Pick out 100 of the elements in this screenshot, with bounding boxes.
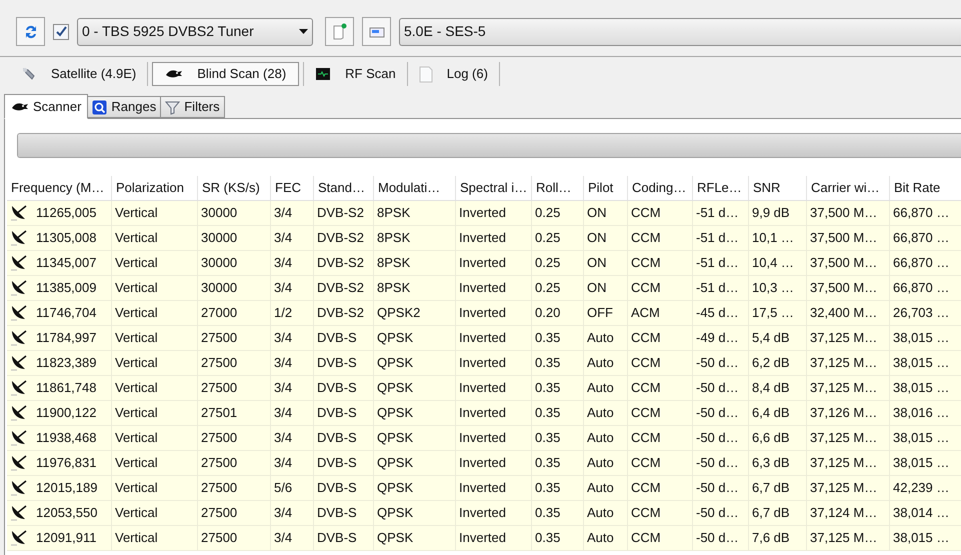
table-cell-text: ACM [631, 304, 660, 322]
table-cell-text: CCM [631, 329, 661, 348]
search-icon [92, 100, 108, 114]
table-cell-text: 12015,189 [36, 479, 98, 498]
table-cell-text: 37,125 M… [810, 329, 878, 348]
table-cell-text: 66,870 … [893, 279, 950, 298]
table-cell-text: 3/4 [274, 279, 292, 298]
table-cell-text: Vertical [115, 279, 158, 298]
table-cell-text: Inverted [459, 354, 506, 372]
main-tab[interactable]: Satellite (4.9E) [14, 62, 144, 86]
column-header[interactable]: Roll… [532, 176, 584, 200]
table-cell-text: CCM [631, 204, 661, 222]
table-cell-text: 3/4 [274, 404, 292, 422]
tuner-dropdown[interactable]: 0 - TBS 5925 DVBS2 Tuner [77, 18, 313, 46]
table-cell-text: ON [587, 254, 606, 272]
table-cell-text: QPSK [377, 504, 414, 522]
column-header[interactable]: Modulati… [374, 176, 456, 200]
table-cell-text: QPSK [377, 379, 414, 398]
table-cell-text: DVB-S [317, 329, 357, 348]
table-cell-text: 37,125 M… [810, 429, 878, 448]
table-cell-text: Auto [587, 329, 614, 348]
table-cell-text: Auto [587, 429, 614, 448]
sub-tab[interactable]: Filters [161, 96, 225, 118]
table-cell-text: 8,4 dB [752, 379, 790, 398]
table-cell-text: QPSK [377, 354, 414, 372]
column-header[interactable]: Frequency (M… [7, 176, 112, 200]
table-cell-text: DVB-S [317, 529, 357, 548]
table-cell-text: CCM [631, 529, 661, 548]
table-cell-text: 9,9 dB [752, 204, 790, 222]
table-cell-text: DVB-S [317, 404, 357, 422]
table-cell-text: Vertical [115, 404, 158, 422]
table-cell-text: 11900,122 [36, 404, 96, 422]
table-cell-text: 3/4 [274, 429, 292, 448]
table-cell-text: DVB-S2 [317, 229, 364, 248]
table-cell-text: Inverted [459, 454, 506, 472]
table-cell-text: Auto [587, 379, 614, 398]
table-cell-text: QPSK [377, 479, 414, 498]
column-header[interactable]: Bit Rate [890, 176, 961, 200]
table-cell-text: 27500 [201, 354, 238, 372]
funnel-icon [165, 100, 180, 114]
table-cell-text: 12053,550 [36, 504, 98, 522]
satellite-field[interactable]: 5.0E - SES-5 [399, 18, 961, 46]
table-cell-text: Auto [587, 504, 614, 522]
table-cell-text: ON [587, 204, 606, 222]
column-header[interactable]: Spectral i… [456, 176, 532, 200]
table-cell-text: -50 d… [696, 404, 739, 422]
table-cell-text: 12091,911 [36, 529, 96, 548]
sub-tab[interactable]: Ranges [88, 96, 162, 118]
table-cell-text: 0.35 [535, 379, 560, 398]
table-cell-text: 5/6 [274, 479, 292, 498]
table-cell-text: 30000 [201, 204, 238, 222]
table-cell-text: 0.35 [535, 479, 560, 498]
satellite-value: 5.0E - SES-5 [404, 22, 486, 41]
column-header[interactable]: Pilot [584, 176, 628, 200]
main-tab[interactable]: Log (6) [412, 62, 495, 86]
table-cell-text: Vertical [115, 454, 158, 472]
column-header[interactable]: Stand… [314, 176, 374, 200]
table-cell-text: 27500 [201, 529, 238, 548]
table-cell-text: 0.25 [535, 254, 560, 272]
column-header[interactable]: SR (KS/s) [198, 176, 271, 200]
refresh-button[interactable] [16, 17, 45, 46]
table-cell-text: 6,6 dB [752, 429, 790, 448]
table-cell-text: 8PSK [377, 279, 410, 298]
table-cell-text: 3/4 [274, 379, 292, 398]
table-cell-text: CCM [631, 379, 661, 398]
table-cell-text: -49 d… [696, 329, 739, 348]
column-header[interactable]: Polarization [112, 176, 198, 200]
table-cell-text: Vertical [115, 429, 158, 448]
position-button[interactable] [362, 17, 391, 46]
table-cell-text: 3/4 [274, 329, 292, 348]
table-cell-text: 3/4 [274, 229, 292, 248]
table-cell-text: 5,4 dB [752, 329, 790, 348]
new-document-button[interactable] [325, 17, 354, 46]
column-header[interactable]: RFLe… [693, 176, 749, 200]
table-cell-text: 0.20 [535, 304, 560, 322]
table-cell-text: 6,4 dB [752, 404, 790, 422]
table-cell-text: 6,3 dB [752, 454, 790, 472]
table-cell-text: 37,500 M… [810, 204, 878, 222]
table-cell-text: Vertical [115, 379, 158, 398]
table-cell-text: -51 d… [696, 254, 739, 272]
main-tab[interactable]: RF Scan [308, 62, 403, 86]
column-header[interactable]: SNR [749, 176, 807, 200]
table-cell-text: Inverted [459, 504, 506, 522]
table-cell-text: 7,6 dB [752, 529, 790, 548]
table-cell-text: QPSK [377, 429, 414, 448]
column-header[interactable]: FEC [271, 176, 314, 200]
table-cell-text: DVB-S [317, 454, 357, 472]
table-cell-text: -50 d… [696, 504, 739, 522]
column-header[interactable]: Coding… [628, 176, 693, 200]
table-cell-text: 38,015 … [893, 454, 950, 472]
table-cell-text: DVB-S2 [317, 304, 364, 322]
column-header[interactable]: Carrier wi… [807, 176, 890, 200]
table-cell-text: QPSK [377, 329, 414, 348]
sub-tab[interactable]: Scanner [4, 94, 88, 119]
main-tab[interactable]: Blind Scan (28) [152, 62, 300, 86]
table-cell-text: DVB-S [317, 504, 357, 522]
table-cell-text: 38,015 … [893, 429, 950, 448]
table-cell-text: 0.25 [535, 279, 560, 298]
table-cell-text: 3/4 [274, 454, 292, 472]
enable-checkbox[interactable] [53, 24, 69, 40]
